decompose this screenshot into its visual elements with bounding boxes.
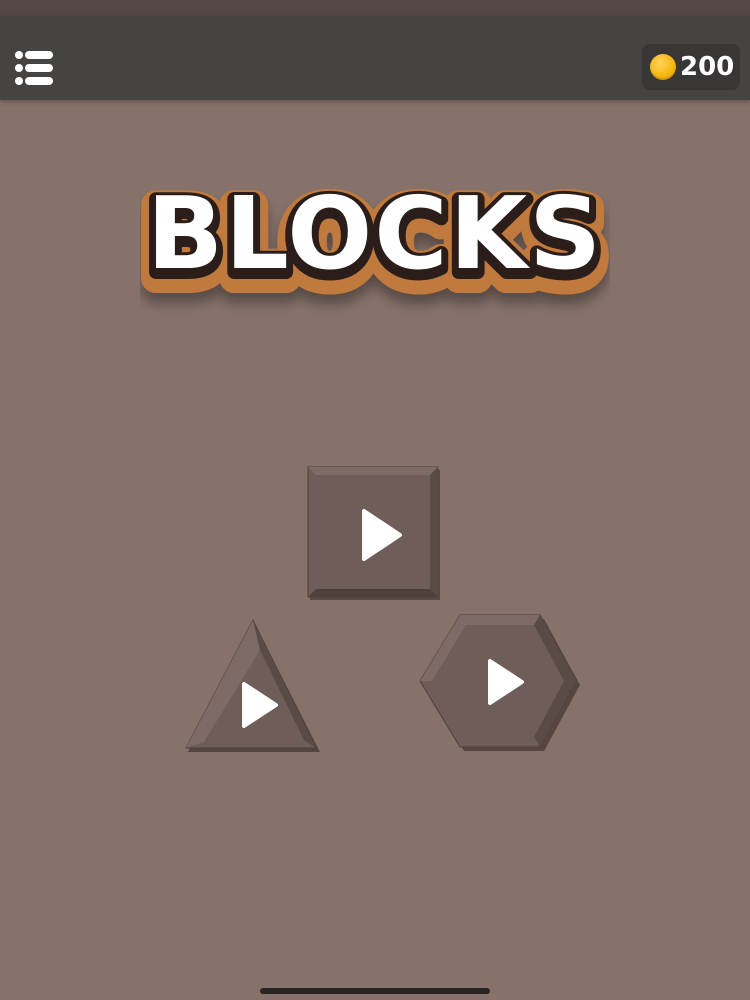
status-bar (0, 0, 750, 16)
title-text: BLOCKS (147, 175, 603, 292)
home-indicator[interactable] (260, 988, 490, 994)
game-title-logo: BLOCKS BLOCKS BLOCKS (140, 170, 610, 317)
top-bar: 200 (0, 16, 750, 100)
gold-coin-icon (650, 54, 676, 80)
hexagon-mode-button[interactable] (410, 605, 585, 760)
square-mode-button[interactable] (300, 460, 450, 610)
list-menu-icon (15, 51, 53, 85)
menu-button[interactable] (14, 48, 54, 88)
coin-count: 200 (680, 52, 735, 82)
coin-counter[interactable]: 200 (642, 44, 740, 90)
triangle-mode-button[interactable] (180, 610, 330, 760)
